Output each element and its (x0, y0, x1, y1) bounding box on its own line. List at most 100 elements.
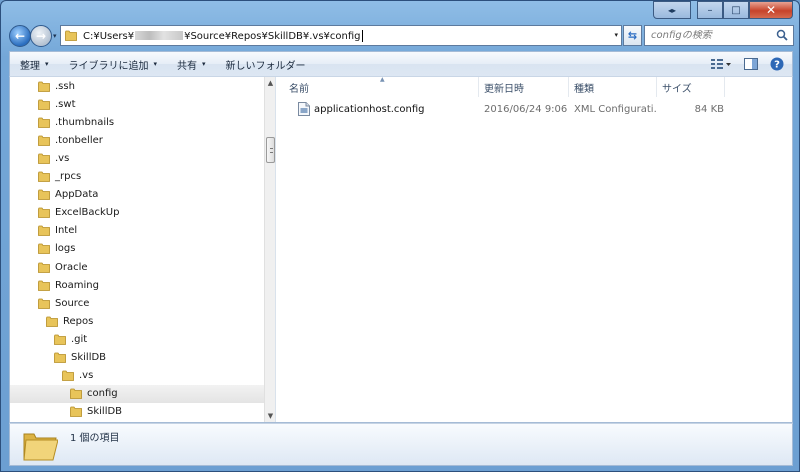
tree-item[interactable]: .thumbnails (10, 113, 264, 131)
tree-item[interactable]: Repos (10, 312, 264, 330)
share-label: 共有 (177, 60, 198, 72)
folder-icon (38, 189, 50, 200)
tree-item-label: ExcelBackUp (55, 207, 120, 219)
chevron-down-icon: ▾ (202, 60, 206, 68)
tree-item[interactable]: _rpcs (10, 168, 264, 186)
tree-item-label: Roaming (55, 279, 99, 291)
tree-item-label: .vs (55, 152, 70, 164)
tree-item[interactable]: SkillDB (10, 403, 264, 421)
folder-icon (70, 406, 82, 418)
scroll-up-arrow-icon[interactable]: ▲ (265, 77, 276, 89)
folder-icon (38, 99, 50, 110)
search-box[interactable] (644, 25, 794, 46)
forward-button[interactable]: → (30, 25, 52, 47)
folder-icon (38, 243, 50, 255)
tree-item-label: Source (55, 297, 90, 309)
column-name-label: 名前 (289, 83, 309, 95)
folder-icon (54, 334, 66, 345)
back-icon: ← (14, 29, 26, 43)
close-button[interactable]: ✕ (749, 1, 793, 19)
share-button[interactable]: 共有 ▾ (167, 52, 216, 76)
search-icon[interactable] (776, 29, 788, 41)
refresh-button[interactable]: ⇆ (623, 25, 642, 46)
back-button[interactable]: ← (9, 25, 31, 47)
tree-item[interactable]: Oracle (10, 258, 264, 276)
config-file-icon (298, 102, 310, 116)
tree-item-label: .ssh (55, 80, 75, 92)
folder-icon (62, 370, 74, 381)
window-nav-button[interactable]: ◂▸ (653, 1, 691, 19)
navigation-scrollbar[interactable]: ▲ ▼ (264, 77, 275, 422)
add-to-library-label: ライブラリに追加 (68, 60, 149, 72)
folder-icon (38, 298, 50, 309)
scrollbar-thumb[interactable] (266, 137, 275, 163)
redacted-username (135, 31, 184, 40)
tree-item[interactable]: SkillDB (10, 349, 264, 367)
tree-item-label: .vs (79, 370, 94, 382)
address-dropdown-icon[interactable]: ▾ (614, 31, 618, 39)
column-header-name[interactable]: 名前 (284, 77, 479, 97)
tree-item[interactable]: .vs (10, 367, 264, 385)
help-icon[interactable]: ? (770, 57, 784, 71)
maximize-button[interactable]: □ (723, 1, 749, 19)
scroll-down-arrow-icon[interactable]: ▼ (265, 410, 276, 422)
tree-item[interactable]: Intel (10, 222, 264, 240)
tree-item-label: logs (55, 243, 76, 255)
tree-item[interactable]: .swt (10, 95, 264, 113)
tree-item[interactable]: .tonbeller (10, 131, 264, 149)
folder-icon (38, 153, 50, 164)
forward-icon: → (35, 29, 47, 43)
minimize-button[interactable]: – (697, 1, 723, 19)
file-row[interactable]: applicationhost.config 2016/06/24 9:06 X… (284, 100, 792, 118)
organize-button[interactable]: 整理 ▾ (10, 52, 59, 76)
folder-icon (38, 135, 50, 146)
chevron-down-icon: ▾ (153, 60, 158, 68)
column-header-size[interactable]: サイズ (657, 77, 725, 97)
tree-item-label: AppData (55, 189, 99, 201)
tree-item-label: .swt (55, 98, 76, 110)
preview-pane-icon[interactable] (744, 58, 758, 70)
tree-item-label: .tonbeller (55, 134, 103, 146)
tree-item[interactable]: AppData (10, 186, 264, 204)
text-caret (361, 29, 363, 42)
tree-item[interactable]: ExcelBackUp (10, 204, 264, 222)
tree-item[interactable]: config (10, 384, 264, 403)
column-header-type[interactable]: 種類 (569, 77, 657, 97)
tree-item-label: config (87, 388, 118, 400)
tree-item-label: .git (71, 333, 88, 345)
file-size: 84 KB (694, 103, 724, 115)
folder-icon (65, 30, 77, 41)
toolbar-right: ? (710, 57, 792, 71)
tree-item-label: _rpcs (55, 171, 82, 182)
file-date: 2016/06/24 9:06 (484, 103, 568, 115)
tree-item[interactable]: .git (10, 330, 264, 348)
tree-item[interactable]: Roaming (10, 276, 264, 294)
address-bar[interactable]: C:¥Users¥ ¥Source¥Repos¥SkillDB¥.vs¥confi… (60, 25, 622, 46)
tree-item[interactable]: Source (10, 294, 264, 312)
folder-icon (23, 433, 58, 461)
folder-icon (38, 171, 50, 182)
folder-icon (38, 262, 50, 273)
tree-item-label: Repos (63, 315, 94, 327)
tree-item-label: .thumbnails (55, 116, 115, 128)
folder-icon (38, 207, 50, 219)
new-folder-label: 新しいフォルダー (225, 60, 306, 72)
tree-item-label: Oracle (55, 261, 88, 273)
explorer-window: ◂▸ – □ ✕ ← → ▾ C:¥Users¥ ¥Source¥Repos¥Sk… (0, 0, 800, 472)
file-type: XML Configurati... (574, 103, 656, 115)
folder-icon (70, 388, 82, 400)
tree-item[interactable]: logs (10, 240, 264, 258)
view-icon[interactable] (710, 58, 732, 70)
address-path: C:¥Users¥ ¥Source¥Repos¥SkillDB¥.vs¥confi… (83, 29, 363, 42)
folder-icon (38, 81, 50, 92)
command-bar: 整理 ▾ ライブラリに追加 ▾ 共有 ▾ 新しいフォルダー ? (9, 51, 793, 76)
new-folder-button[interactable]: 新しいフォルダー (216, 52, 316, 76)
add-to-library-button[interactable]: ライブラリに追加 ▾ (59, 52, 168, 76)
address-path-end: ¥Source¥Repos¥SkillDB¥.vs¥config (184, 30, 361, 42)
tree-item[interactable]: .vs (10, 149, 264, 167)
column-header-date[interactable]: 更新日時 (479, 77, 569, 97)
folder-icon (38, 225, 50, 237)
tree-item[interactable]: .ssh (10, 77, 264, 95)
search-input[interactable] (651, 30, 769, 41)
history-dropdown-icon[interactable]: ▾ (53, 32, 57, 40)
